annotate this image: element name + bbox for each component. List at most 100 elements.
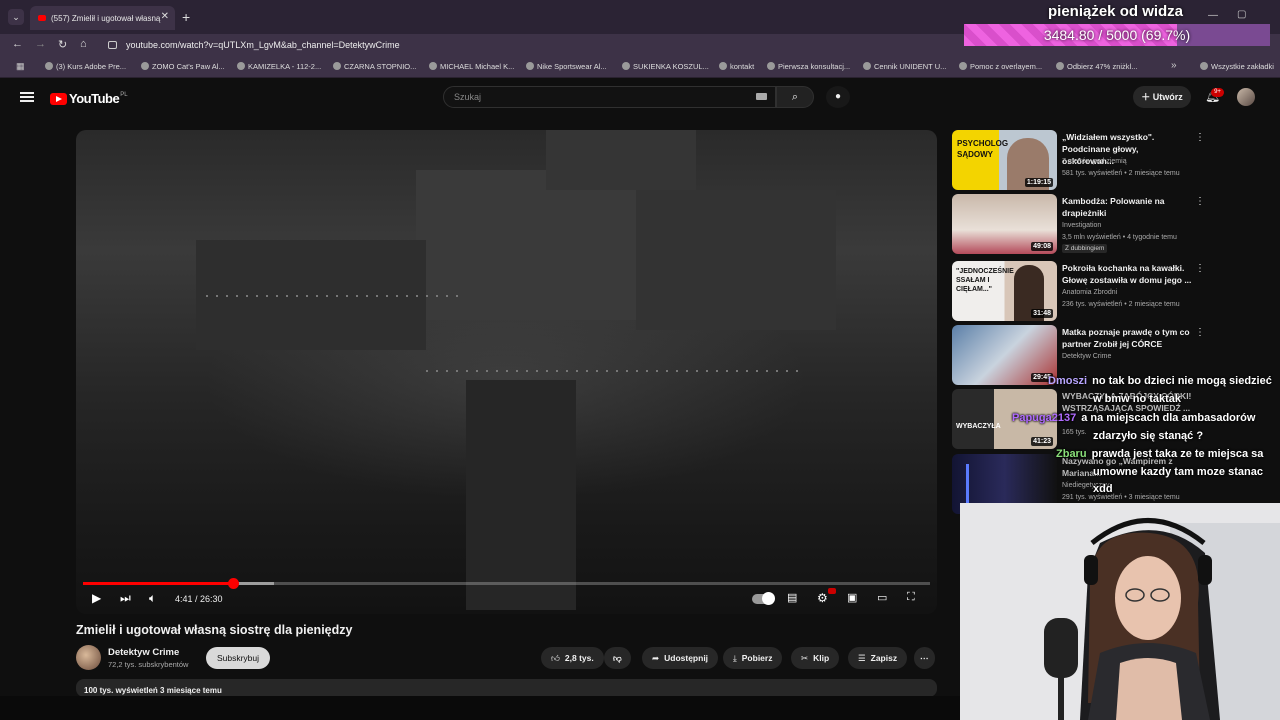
video-thumbnail[interactable]: PSYCHOLOG SĄDOWY 1:19:15 [952, 130, 1057, 190]
tab-title: (557) Zmielił i ugotował własną [51, 13, 161, 23]
next-video-icon[interactable]: ⏭︎ [120, 591, 131, 606]
keyboard-icon[interactable] [756, 93, 767, 100]
subtitles-icon[interactable]: ▤ [787, 591, 797, 604]
autoplay-toggle[interactable] [752, 592, 775, 605]
more-vertical-icon[interactable]: ⋮ [1195, 263, 1205, 274]
video-progress-bar[interactable] [83, 578, 930, 589]
chat-username: Zbaru [1056, 448, 1087, 460]
video-thumbnail[interactable]: "JEDNOCZEŚNIE SSAŁAM I CIĘŁAM..." 31:48 [952, 261, 1057, 321]
more-vertical-icon[interactable]: ⋮ [1195, 196, 1205, 207]
new-tab-plus-icon[interactable]: + [182, 9, 190, 25]
chat-text: umowne kazdy tam moze stanac [1093, 466, 1263, 478]
video-thumbnail[interactable]: 49:08 [952, 194, 1057, 254]
miniplayer-icon[interactable]: ▣ [847, 591, 857, 604]
reload-icon[interactable]: ↻ [58, 38, 67, 51]
thumbnail-neon-bar [966, 464, 969, 504]
subscribe-button[interactable]: Subskrybuj [206, 647, 270, 669]
thumbnail-text: WYBACZYŁA [956, 423, 1001, 430]
bookmark-item[interactable]: Cennik UNIDENT U... [863, 62, 946, 71]
video-player[interactable]: ▶ ⏭︎ 🔈︎ 4:41 / 26:30 ▤ ⚙ ▣ ▭ ⛶ [76, 130, 937, 614]
youtube-wordmark: YouTube [69, 91, 120, 106]
close-tab-icon[interactable]: ✕ [161, 11, 169, 22]
share-arrow-icon: ➦ [652, 653, 660, 663]
all-bookmarks-folder[interactable]: Wszystkie zakładki [1200, 62, 1274, 71]
chat-message: w bmw no taktak [1093, 393, 1181, 405]
like-count: 2,8 tys. [564, 653, 594, 663]
theater-mode-icon[interactable]: ▭ [877, 591, 887, 604]
chat-username: Dmoszi [1048, 375, 1088, 387]
scene-building [546, 130, 696, 190]
fullscreen-icon[interactable]: ⛶ [907, 591, 915, 604]
region-code: PL [120, 91, 128, 98]
more-vertical-icon[interactable]: ⋮ [1195, 132, 1205, 143]
donation-goal-bar: 3484.80 / 5000 (69.7%) [964, 24, 1270, 46]
channel-name[interactable]: Detektyw Crime [108, 647, 179, 658]
chat-text: a na miejscach dla ambasadorów [1081, 412, 1256, 424]
description-box[interactable]: 100 tys. wyświetleń 3 miesiące temu [76, 679, 937, 697]
dislike-button[interactable]: 👎︎ [604, 647, 631, 669]
more-actions-button[interactable]: ⋯ [914, 647, 935, 669]
bookmark-item[interactable]: kontakt [719, 62, 754, 71]
bookmark-item[interactable]: Pierwsza konsultacj... [767, 62, 850, 71]
download-icon: ⤓ [733, 653, 737, 663]
like-button[interactable]: 👍︎ 2,8 tys. [541, 647, 604, 669]
bookmark-item[interactable]: KAMIZELKA - 112-2... [237, 62, 321, 71]
save-button[interactable]: ☰ Zapisz [848, 647, 908, 669]
video-title: Zmielił i ugotował własną siostrę dla pi… [76, 623, 353, 637]
recommendation-item[interactable]: PSYCHOLOG SĄDOWY 1:19:15 „Widziałem wszy… [952, 130, 1252, 192]
chat-message: Zbaru prawda jest taka ze te miejsca sa [1056, 448, 1263, 460]
bookmark-item[interactable]: SUKIENKA KOSZUL... [622, 62, 709, 71]
bookmark-item[interactable]: CZARNA STOPNIO... [333, 62, 416, 71]
tab-search-button[interactable]: ⌄ [8, 9, 24, 25]
voice-search-mic-icon[interactable]: ● [826, 86, 850, 108]
donation-goal-title: pieniążek od widza [1048, 3, 1184, 20]
search-input[interactable]: Szukaj [443, 86, 776, 108]
apps-grid-icon[interactable]: ▦ [16, 61, 25, 72]
recommendation-title: Pokroiła kochanka na kawałki. Głowę zost… [1062, 263, 1192, 285]
download-button[interactable]: ⤓ Pobierz [723, 647, 783, 669]
play-icon[interactable]: ▶ [92, 591, 101, 605]
account-avatar[interactable] [1237, 88, 1255, 106]
channel-avatar[interactable] [76, 645, 101, 670]
url-text: youtube.com/watch?v=qUTLXm_LgvM&ab_chann… [126, 40, 400, 50]
search-button[interactable]: ⌕ [776, 86, 814, 108]
recommendation-channel: Investigation [1062, 222, 1102, 229]
recommendation-item[interactable]: 49:08 Kambodża: Polowanie na drapieżniki… [952, 194, 1252, 256]
youtube-logo[interactable]: YouTube PL [50, 91, 128, 106]
clip-button[interactable]: ✂ Klip [791, 647, 840, 669]
recommendation-channel: Anatomia Zbrodni [1062, 289, 1118, 296]
more-vertical-icon[interactable]: ⋮ [1195, 327, 1205, 338]
back-arrow-icon[interactable]: ← [12, 38, 23, 50]
recommendation-title: Kambodża: Polowanie na drapieżniki [1062, 196, 1165, 218]
more-bookmarks-chevron-icon[interactable]: » [1171, 60, 1177, 71]
share-button[interactable]: ➦ Udostępnij [642, 647, 719, 669]
bookmark-item[interactable]: (3) Kurs Adobe Pre... [45, 62, 126, 71]
browser-tab[interactable]: (557) Zmielił i ugotował własną ✕ [30, 6, 175, 30]
url-field[interactable]: youtube.com/watch?v=qUTLXm_LgvM&ab_chann… [100, 36, 960, 54]
bookmark-item[interactable]: Odbierz 47% zniżkl... [1056, 62, 1137, 71]
recommendation-item[interactable]: "JEDNOCZEŚNIE SSAŁAM I CIĘŁAM..." 31:48 … [952, 261, 1252, 323]
bookmark-item[interactable]: Nike Sportswear Al... [526, 62, 607, 71]
plus-icon: ＋ [1141, 92, 1153, 102]
chat-text: no tak bo dzieci nie mogą siedzieć [1092, 375, 1272, 387]
site-info-icon[interactable] [108, 41, 117, 49]
bookmark-item[interactable]: ZOMO Cat's Paw Al... [141, 62, 225, 71]
create-button[interactable]: ＋ Utwórz [1133, 86, 1191, 108]
recommendation-meta: 581 tys. wyświetleń • 2 miesiące temu [1062, 170, 1180, 177]
view-count-and-date: 100 tys. wyświetleń 3 miesiące temu [84, 686, 222, 695]
home-icon[interactable]: ⌂ [80, 38, 87, 50]
search-icon: ⌕ [791, 91, 799, 103]
menu-hamburger-icon[interactable] [20, 92, 34, 102]
recommendation-channel: 7 metrów pod ziemią [1062, 158, 1127, 165]
scrubber-handle[interactable] [227, 578, 239, 589]
bookmark-item[interactable]: MICHAEL Michael K... [429, 62, 514, 71]
video-duration: 1:19:15 [1024, 178, 1053, 187]
download-label: Pobierz [741, 653, 773, 663]
chat-message: Dmoszi no tak bo dzieci nie mogą siedzieć [1048, 375, 1272, 387]
settings-gear-icon[interactable]: ⚙ [817, 591, 828, 605]
bookmark-item[interactable]: Pomoc z overlayem... [959, 62, 1042, 71]
video-duration: 49:08 [1031, 242, 1053, 251]
volume-icon[interactable]: 🔈︎ [149, 591, 156, 606]
video-thumbnail[interactable]: 29:45 [952, 325, 1057, 385]
forward-arrow-icon[interactable]: → [35, 38, 46, 50]
